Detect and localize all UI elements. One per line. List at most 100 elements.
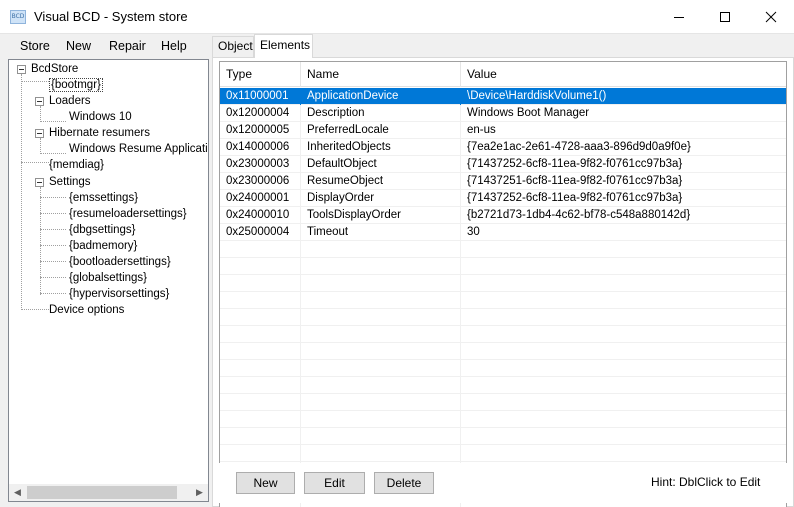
tree-node-windows-10[interactable]: Windows 10 <box>69 109 132 125</box>
table-row[interactable]: 0x23000006 ResumeObject {71437251-6cf8-11e… <box>220 173 786 190</box>
empty-cell <box>461 326 786 343</box>
table-row[interactable]: 0x14000006 InheritedObjects {7ea2e1ac-2e61… <box>220 139 786 156</box>
table-row[interactable]: 0x23000003 DefaultObject {71437252-6cf8-11… <box>220 156 786 173</box>
empty-row <box>220 360 786 377</box>
empty-row <box>220 343 786 360</box>
cell-name: ApplicationDevice <box>301 88 461 105</box>
table-row[interactable]: 0x25000004 Timeout 30 <box>220 224 786 241</box>
tree-connector <box>40 245 66 246</box>
tree-horizontal-scrollbar[interactable]: ◀ ▶ <box>9 484 208 501</box>
empty-cell <box>461 258 786 275</box>
table-row[interactable]: 0x11000001 ApplicationDevice \Device\Hardd… <box>220 88 786 105</box>
maximize-icon <box>720 12 730 22</box>
empty-cell <box>301 292 461 309</box>
column-header-name[interactable]: Name <box>301 62 461 87</box>
empty-cell <box>301 377 461 394</box>
menu-store[interactable]: Store <box>20 39 50 53</box>
empty-cell <box>301 309 461 326</box>
menu-new[interactable]: New <box>66 39 91 53</box>
table-row[interactable]: 0x24000010 ToolsDisplayOrder {b2721d73-1db… <box>220 207 786 224</box>
cell-type: 0x23000003 <box>220 156 301 173</box>
tree-connector <box>21 309 49 310</box>
close-button[interactable] <box>748 0 794 34</box>
empty-cell <box>461 292 786 309</box>
tree-node-device-options[interactable]: Device options <box>49 302 124 318</box>
tree-node-loaders[interactable]: Loaders <box>49 93 91 109</box>
tree-node-windows-resume-application[interactable]: Windows Resume Application <box>69 141 208 157</box>
empty-cell <box>461 309 786 326</box>
store-tree[interactable]: BcdStore {bootmgr} Loaders Windows 10 Hi… <box>8 59 209 502</box>
menu-bar: Store New Repair Help <box>0 34 213 59</box>
table-row[interactable]: 0x12000005 PreferredLocale en-us <box>220 122 786 139</box>
tab-object[interactable]: Object <box>212 36 254 57</box>
tree-node-bootmgr[interactable]: {bootmgr} <box>49 77 103 93</box>
empty-cell <box>220 394 301 411</box>
column-header-value[interactable]: Value <box>461 62 786 87</box>
tree-node-memdiag[interactable]: {memdiag} <box>49 157 104 173</box>
cell-value: {b2721d73-1db4-4c62-bf78-c548a880142d} <box>467 209 691 221</box>
grid-header: Type Name Value <box>220 62 786 87</box>
empty-row <box>220 445 786 462</box>
cell-type: 0x23000006 <box>220 173 301 190</box>
tree-node-hibernate-resumers[interactable]: Hibernate resumers <box>49 125 150 141</box>
tree-node-settings[interactable]: Settings <box>49 174 91 190</box>
new-button[interactable]: New <box>236 472 295 494</box>
table-row[interactable]: 0x24000001 DisplayOrder {71437252-6cf8-11e… <box>220 190 786 207</box>
cell-type: 0x25000004 <box>220 224 301 241</box>
tree-node-badmemory[interactable]: {badmemory} <box>69 238 137 254</box>
tree-node-bcdstore[interactable]: BcdStore <box>31 61 78 77</box>
cell-value: {71437252-6cf8-11ea-9f82-f0761cc97b3a} <box>467 158 683 170</box>
empty-cell <box>461 360 786 377</box>
empty-cell <box>301 343 461 360</box>
elements-grid[interactable]: Type Name Value 0x11000001 ApplicationDev… <box>219 61 787 507</box>
menu-help[interactable]: Help <box>161 39 187 53</box>
empty-cell <box>301 445 461 462</box>
scrollbar-thumb[interactable] <box>27 486 177 499</box>
tree-connector <box>40 293 66 294</box>
action-bar: New Edit Delete Hint: DblClick to Edit <box>219 463 787 503</box>
tree-connector <box>40 153 66 154</box>
empty-row <box>220 309 786 326</box>
collapse-icon[interactable] <box>35 129 44 138</box>
scroll-right-icon[interactable]: ▶ <box>191 484 208 501</box>
table-row[interactable]: 0x12000004 Description Windows Boot Manage… <box>220 105 786 122</box>
close-icon <box>765 11 777 23</box>
tree-connector <box>40 277 66 278</box>
cell-name: InheritedObjects <box>301 139 461 156</box>
empty-cell <box>461 343 786 360</box>
empty-cell <box>461 445 786 462</box>
maximize-button[interactable] <box>702 0 748 34</box>
empty-row <box>220 241 786 258</box>
edit-button[interactable]: Edit <box>304 472 365 494</box>
tree-node-globalsettings[interactable]: {globalsettings} <box>69 270 147 286</box>
empty-row <box>220 326 786 343</box>
empty-cell <box>301 258 461 275</box>
empty-cell <box>461 275 786 292</box>
collapse-icon[interactable] <box>35 97 44 106</box>
collapse-icon[interactable] <box>17 65 26 74</box>
delete-button[interactable]: Delete <box>374 472 434 494</box>
collapse-icon[interactable] <box>35 178 44 187</box>
tab-elements[interactable]: Elements <box>254 34 313 58</box>
cell-value: {71437251-6cf8-11ea-9f82-f0761cc97b3a} <box>467 175 683 187</box>
empty-cell <box>220 377 301 394</box>
cell-name: DefaultObject <box>301 156 461 173</box>
menu-repair[interactable]: Repair <box>109 39 146 53</box>
empty-row <box>220 411 786 428</box>
tree-connector <box>40 261 66 262</box>
tree-node-emssettings[interactable]: {emssettings} <box>69 190 138 206</box>
cell-type: 0x24000001 <box>220 190 301 207</box>
tree-connector <box>40 106 41 122</box>
tree-node-hypervisorsettings[interactable]: {hypervisorsettings} <box>69 286 169 302</box>
cell-name: ToolsDisplayOrder <box>301 207 461 224</box>
app-icon: BCD <box>10 10 26 24</box>
minimize-button[interactable] <box>656 0 702 34</box>
tree-node-resumeloadersettings[interactable]: {resumeloadersettings} <box>69 206 187 222</box>
tree-node-bootloadersettings[interactable]: {bootloadersettings} <box>69 254 171 270</box>
cell-type: 0x24000010 <box>220 207 301 224</box>
empty-cell <box>220 326 301 343</box>
tree-node-dbgsettings[interactable]: {dbgsettings} <box>69 222 136 238</box>
scroll-left-icon[interactable]: ◀ <box>9 484 26 501</box>
empty-cell <box>301 394 461 411</box>
column-header-type[interactable]: Type <box>220 62 301 87</box>
